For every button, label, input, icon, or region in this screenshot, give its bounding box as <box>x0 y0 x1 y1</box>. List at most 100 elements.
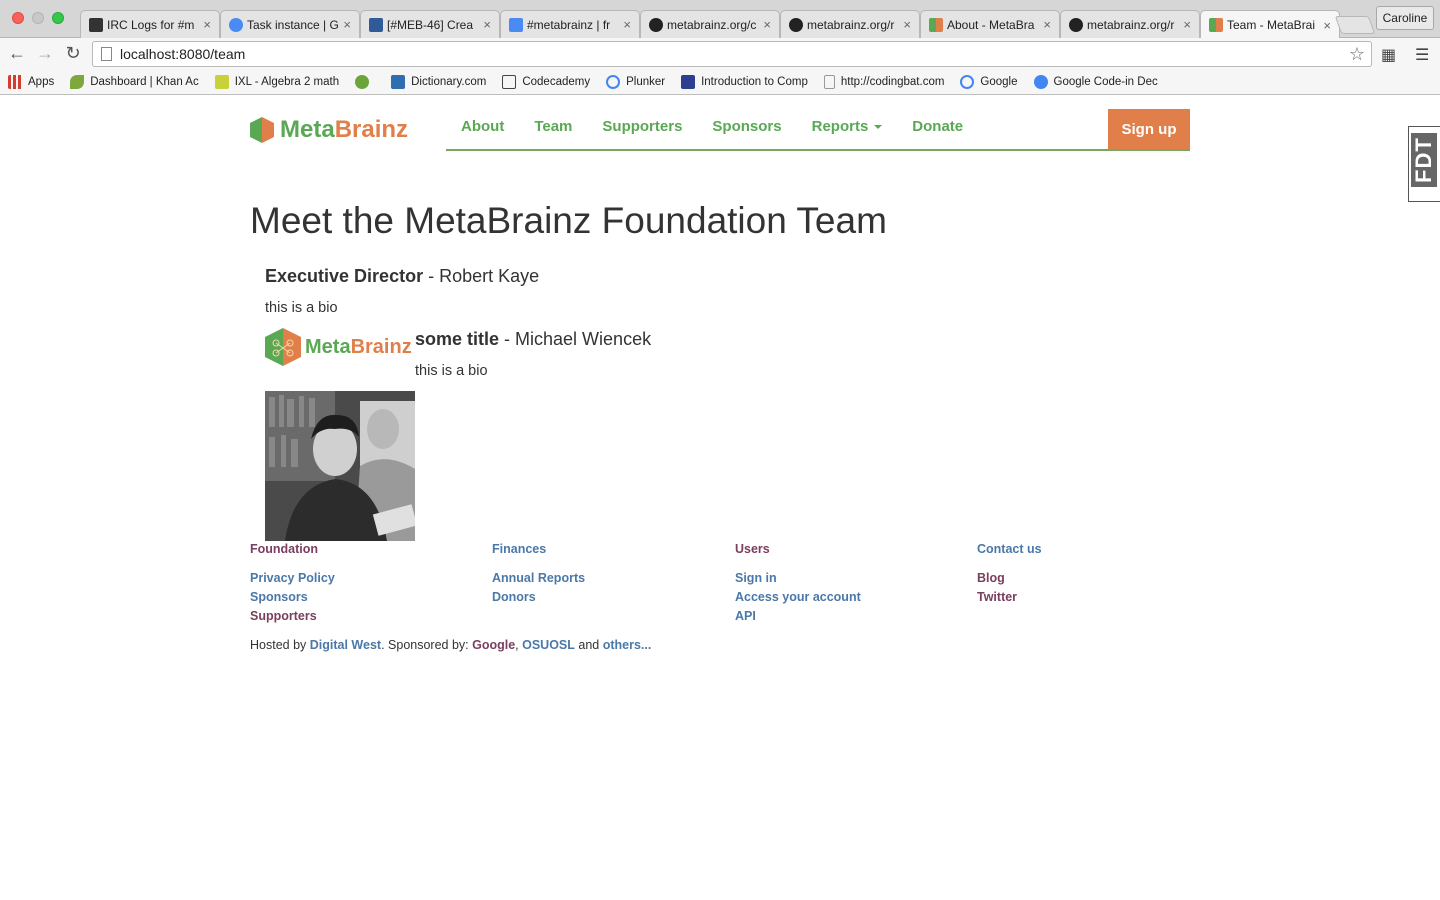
nav-about[interactable]: About <box>461 118 504 135</box>
tab-title: Task instance | G <box>247 17 339 32</box>
footer-link-sign-in[interactable]: Sign in <box>735 569 861 588</box>
tab-close-icon[interactable]: × <box>483 17 491 32</box>
tab-close-icon[interactable]: × <box>623 17 631 32</box>
bookmark-item[interactable]: Google <box>960 75 1018 89</box>
footer-link-api[interactable]: API <box>735 607 861 626</box>
sponsored-text: . Sponsored by: <box>381 638 473 652</box>
tab-title: #metabrainz | fr <box>527 17 611 32</box>
fdt-toolbar-toggle[interactable]: FDT <box>1408 126 1440 202</box>
bookmark-label: Apps <box>28 76 55 88</box>
footer-link-sponsors[interactable]: Sponsors <box>250 588 335 607</box>
bookmark-item[interactable] <box>355 75 375 89</box>
nav-reports-label: Reports <box>811 118 869 135</box>
close-window-button[interactable] <box>12 12 24 24</box>
bookmark-label: IXL - Algebra 2 math <box>234 76 340 88</box>
tab-close-icon[interactable]: × <box>1183 17 1191 32</box>
browser-tab[interactable]: [#MEB-46] Crea × <box>360 10 500 38</box>
bookmark-item[interactable]: http://codingbat.com <box>823 75 944 89</box>
tab-title: metabrainz.org/r <box>1087 17 1175 32</box>
tab-title: Team - MetaBrai <box>1227 18 1316 32</box>
member-bio: this is a bio <box>265 300 338 316</box>
member-role: Executive Director <box>265 266 424 286</box>
google-icon <box>960 75 975 89</box>
sponsor-link-osuosl[interactable]: OSUOSL <box>522 638 575 652</box>
browser-tab-active[interactable]: Team - MetaBrai × <box>1200 10 1340 39</box>
bookmark-item[interactable]: IXL - Algebra 2 math <box>214 75 340 89</box>
tab-close-icon[interactable]: × <box>1043 17 1051 32</box>
browser-tab[interactable]: metabrainz.org/r × <box>1060 10 1200 38</box>
caret-down-icon <box>874 125 883 130</box>
nav-team[interactable]: Team <box>534 118 572 135</box>
tab-favicon-icon <box>369 17 383 32</box>
tab-favicon-icon <box>229 17 243 32</box>
profile-button[interactable]: Caroline <box>1376 6 1434 30</box>
browser-tab[interactable]: Task instance | G × <box>220 10 360 38</box>
browser-tab[interactable]: About - MetaBra × <box>920 10 1060 38</box>
tab-close-icon[interactable]: × <box>903 17 911 32</box>
bookmark-item[interactable]: Dictionary.com <box>391 75 486 89</box>
gear-icon <box>1033 75 1048 89</box>
bookmark-item[interactable]: Codecademy <box>502 75 590 89</box>
extension-icon[interactable]: ▦ <box>1381 45 1396 65</box>
footer-link-donors[interactable]: Donors <box>492 588 585 607</box>
bookmark-label: Plunker <box>626 76 666 88</box>
footer-heading[interactable]: Contact us <box>977 542 1042 557</box>
main-nav: About Team Supporters Sponsors Reports D… <box>446 104 1108 151</box>
url-text: localhost:8080/team <box>120 46 246 62</box>
tab-title: [#MEB-46] Crea <box>387 17 474 32</box>
footer-link-supporters[interactable]: Supporters <box>250 607 335 626</box>
bookmark-item[interactable]: Introduction to Comp <box>681 75 808 89</box>
back-arrow-icon[interactable]: ← <box>6 43 28 64</box>
footer-link-privacy[interactable]: Privacy Policy <box>250 569 335 588</box>
nav-donate[interactable]: Donate <box>912 118 963 135</box>
menu-icon[interactable]: ☰ <box>1415 45 1429 65</box>
browser-tab[interactable]: metabrainz.org/c × <box>640 10 780 38</box>
bookmark-item[interactable]: Plunker <box>606 75 665 89</box>
tab-title: metabrainz.org/r <box>807 17 895 32</box>
fdt-label: FDT <box>1411 133 1437 187</box>
bookmark-star-icon[interactable]: ☆ <box>1349 44 1365 65</box>
codecademy-icon <box>502 75 517 89</box>
new-tab-button[interactable] <box>1334 16 1376 34</box>
footer-link-twitter[interactable]: Twitter <box>977 588 1042 607</box>
footer-column-users: Users Sign in Access your account API <box>735 542 861 626</box>
maximize-window-button[interactable] <box>52 12 64 24</box>
browser-tab[interactable]: metabrainz.org/r × <box>780 10 920 38</box>
github-icon <box>789 17 803 32</box>
bookmark-item[interactable]: Google Code-in Dec <box>1033 75 1158 89</box>
sponsor-link-google[interactable]: Google <box>472 638 515 652</box>
hosted-by-line: Hosted by Digital West. Sponsored by: Go… <box>250 638 651 652</box>
site-logo[interactable]: Meta Brainz <box>250 116 408 144</box>
nav-sponsors[interactable]: Sponsors <box>712 118 781 135</box>
tab-close-icon[interactable]: × <box>763 17 771 32</box>
page-icon <box>823 75 835 89</box>
bookmark-label: Google <box>980 76 1018 88</box>
address-bar[interactable]: localhost:8080/team ☆ <box>92 41 1372 67</box>
bookmark-apps[interactable]: Apps <box>8 75 54 89</box>
nav-supporters[interactable]: Supporters <box>602 118 682 135</box>
dictionary-icon <box>391 75 406 89</box>
forward-arrow-icon[interactable]: → <box>34 43 56 64</box>
others-link[interactable]: others... <box>603 638 652 652</box>
page-content: Meta Brainz About Team Supporters Sponsor… <box>0 96 1440 900</box>
footer-column-foundation: Foundation Privacy Policy Sponsors Suppo… <box>250 542 335 626</box>
metabrainz-favicon-icon <box>1209 18 1223 32</box>
tab-title: metabrainz.org/c <box>667 17 757 32</box>
browser-tab[interactable]: #metabrainz | fr × <box>500 10 640 38</box>
host-link[interactable]: Digital West <box>310 638 381 652</box>
tab-close-icon[interactable]: × <box>343 17 351 32</box>
ixl-icon <box>214 75 229 89</box>
tab-close-icon[interactable]: × <box>203 17 211 32</box>
bookmark-item[interactable]: Dashboard | Khan Ac <box>70 75 199 89</box>
footer-link-annual-reports[interactable]: Annual Reports <box>492 569 585 588</box>
footer-link-blog[interactable]: Blog <box>977 569 1042 588</box>
tab-close-icon[interactable]: × <box>1323 18 1331 33</box>
signup-button[interactable]: Sign up <box>1108 109 1190 151</box>
nav-reports[interactable]: Reports <box>812 118 883 135</box>
footer-link-account[interactable]: Access your account <box>735 588 861 607</box>
bookmarks-bar: Apps Dashboard | Khan Ac IXL - Algebra 2… <box>0 70 1440 95</box>
reload-icon[interactable]: ↻ <box>62 43 84 64</box>
browser-tab[interactable]: IRC Logs for #m × <box>80 10 220 38</box>
minimize-window-button[interactable] <box>32 12 44 24</box>
bookmark-label: Dashboard | Khan Ac <box>90 76 199 88</box>
